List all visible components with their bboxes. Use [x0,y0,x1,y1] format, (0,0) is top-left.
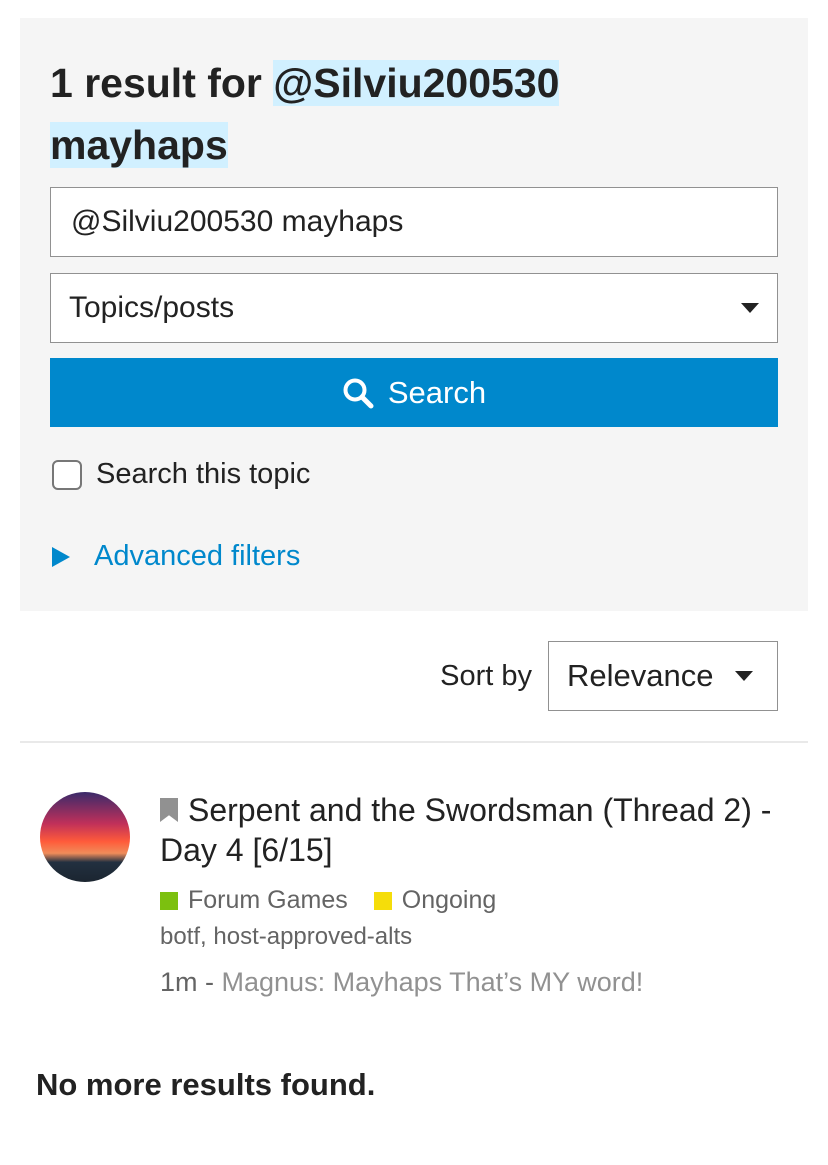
sort-row: Sort by Relevance [440,641,778,711]
avatar[interactable] [40,792,130,882]
search-button[interactable]: Search [50,358,778,427]
search-icon [343,378,374,408]
category-name[interactable]: Forum Games [188,886,348,915]
topic-title[interactable]: Serpent and the Swordsman (Thread 2) - D… [160,790,780,870]
result-body: Serpent and the Swordsman (Thread 2) - D… [160,790,780,998]
topic-title-text[interactable]: Serpent and the Swordsman (Thread 2) - D… [160,792,771,868]
category-forum-games[interactable]: Forum Games [160,886,348,915]
category-name[interactable]: Ongoing [402,886,497,915]
tags-list[interactable]: botf, host-approved-alts [160,923,780,951]
result-heading: 1 result for @Silviu200530 mayhaps [50,52,750,176]
search-this-topic-checkbox[interactable] [52,459,82,490]
caret-down-icon [741,303,759,313]
result-count-text: 1 result for [50,60,274,106]
search-input[interactable] [50,187,778,257]
advanced-filters-label[interactable]: Advanced filters [94,540,300,573]
sort-select[interactable]: Relevance [548,641,778,711]
sort-value: Relevance [567,658,714,693]
no-more-results: No more results found. [36,1067,376,1102]
category-row: Forum Games Ongoing [160,886,780,915]
search-button-label: Search [387,374,487,410]
result-blurb[interactable]: 1m - Magnus: Mayhaps That’s MY word! [160,967,780,998]
bookmark-icon [160,798,178,822]
category-badge [160,891,178,910]
query-highlight-2: mayhaps [50,122,228,168]
blurb-text[interactable]: Magnus: Mayhaps That’s MY word! [222,967,644,997]
advanced-filters-toggle[interactable]: Advanced filters [52,540,300,573]
category-badge [373,891,392,910]
triangle-right-icon [52,546,70,567]
blurb-separator: - [197,967,222,997]
search-this-topic-label[interactable]: Search this topic [96,458,310,491]
search-type-select[interactable]: Topics/posts [50,273,778,343]
query-highlight-1: @Silviu200530 [273,60,560,106]
search-type-value: Topics/posts [69,291,235,324]
search-panel: 1 result for @Silviu200530 mayhaps Topics… [20,18,808,611]
post-age: 1m [160,967,198,997]
search-this-topic-row[interactable]: Search this topic [52,458,310,491]
caret-down-icon [735,671,753,681]
results-divider [20,741,808,743]
category-ongoing[interactable]: Ongoing [373,886,497,915]
sort-label: Sort by [440,659,532,692]
